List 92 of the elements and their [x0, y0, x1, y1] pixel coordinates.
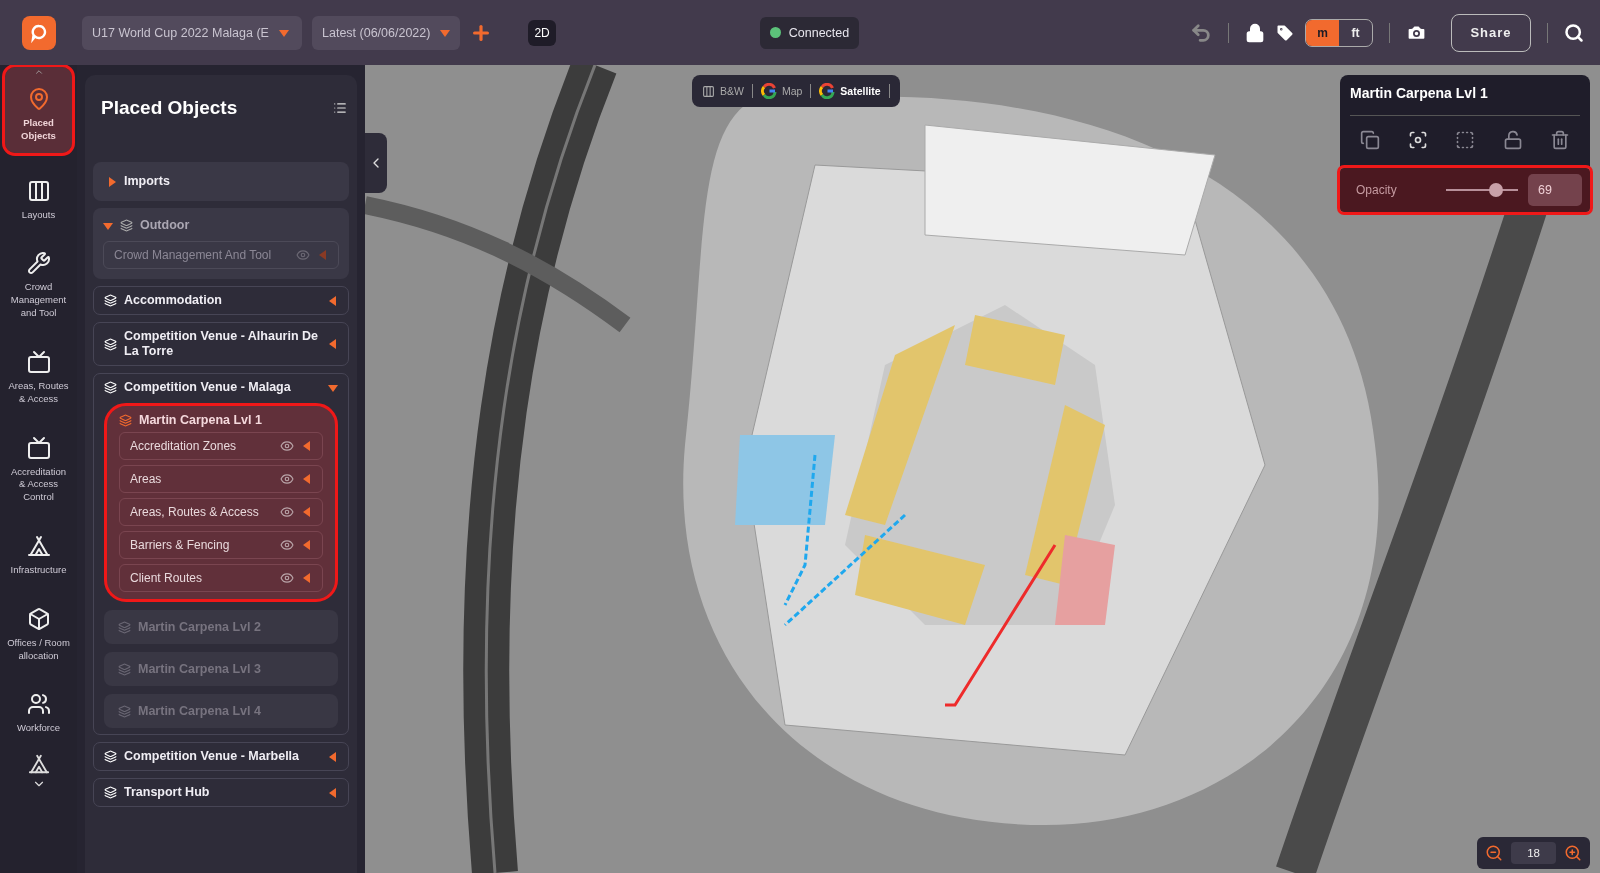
undo-icon[interactable] — [1190, 21, 1212, 44]
tree-group[interactable]: Outdoor Crowd Management And Tool — [93, 208, 349, 279]
eye-icon[interactable] — [280, 538, 294, 552]
google-icon — [819, 83, 836, 99]
unit-toggle[interactable]: m — [1306, 19, 1339, 46]
layers-icon — [104, 381, 117, 394]
event-select[interactable]: U17 World Cup 2022 Malaga (E — [82, 15, 302, 50]
map-type-option[interactable]: Map — [760, 83, 803, 99]
eye-icon[interactable] — [280, 472, 294, 486]
layers-icon — [118, 662, 131, 676]
map-type-option[interactable]: B&W — [702, 84, 744, 98]
tree-group[interactable]: Competition Venue - Marbella — [93, 742, 349, 771]
layer-item[interactable]: Barriers & Fencing — [119, 531, 323, 559]
zoom-out-icon[interactable] — [1485, 844, 1504, 862]
caret-icon[interactable] — [328, 295, 338, 306]
app-logo[interactable] — [22, 15, 56, 50]
collapse-caret-icon[interactable] — [302, 540, 312, 550]
lock-icon[interactable] — [1245, 22, 1265, 43]
share-button[interactable]: Share — [1451, 13, 1531, 52]
layers-icon — [104, 337, 117, 351]
tag-icon[interactable] — [1275, 22, 1295, 43]
opacity-value-field[interactable]: 69 — [1528, 174, 1582, 206]
eye-icon[interactable] — [280, 571, 294, 585]
caret-icon[interactable] — [328, 382, 338, 393]
users-icon — [26, 692, 51, 717]
rail-item[interactable]: Workforce — [5, 680, 72, 748]
layers-icon — [118, 704, 131, 718]
collapse-panel-button[interactable] — [365, 133, 387, 193]
rail-item[interactable]: Infrastructure — [5, 521, 72, 589]
view-mode-button[interactable]: 2D — [528, 19, 556, 46]
collapse-caret-icon[interactable] — [302, 441, 312, 451]
rail-item[interactable]: Accreditation & Access Control — [5, 423, 72, 516]
caret-icon[interactable] — [328, 339, 338, 349]
collapse-caret-icon[interactable] — [302, 474, 312, 484]
tree-group[interactable]: Accommodation — [93, 286, 349, 315]
panel-title: Placed Objects — [101, 97, 238, 119]
rail-item[interactable]: Areas, Routes & Access — [5, 337, 72, 418]
collapse-caret-icon[interactable] — [302, 573, 312, 583]
caret-icon[interactable] — [328, 751, 338, 762]
layers-icon — [120, 219, 133, 232]
rail-item[interactable]: Layouts — [5, 166, 72, 234]
focus-icon[interactable] — [1407, 130, 1428, 150]
caret-icon[interactable] — [440, 27, 451, 38]
scroll-up-icon[interactable] — [33, 67, 44, 77]
unlock-icon[interactable] — [1502, 130, 1523, 150]
rail-item[interactable]: Placed Objects — [5, 67, 72, 153]
columns-icon — [26, 178, 51, 203]
version-select[interactable]: Latest (06/06/2022) — [312, 15, 461, 50]
rail-item[interactable]: Crowd Management and Tool — [5, 239, 72, 332]
layers-icon — [104, 786, 117, 799]
layer-item[interactable]: Accreditation Zones — [119, 432, 323, 460]
tent-icon — [26, 533, 51, 558]
caret-icon[interactable] — [107, 176, 117, 187]
google-icon — [760, 83, 777, 99]
status-dot — [769, 27, 781, 38]
list-icon[interactable] — [333, 101, 347, 115]
layer-item[interactable]: Areas, Routes & Access — [119, 498, 323, 526]
dashed-square-icon[interactable] — [1455, 130, 1475, 150]
trash-icon[interactable] — [1550, 130, 1570, 150]
zoom-level: 18 — [1511, 842, 1556, 864]
inspector-title: Martin Carpena Lvl 1 — [1350, 85, 1489, 101]
caret-icon[interactable] — [328, 787, 338, 798]
copy-icon[interactable] — [1360, 130, 1380, 150]
unit-toggle[interactable]: ft — [1339, 19, 1372, 46]
wrench-icon — [26, 251, 51, 276]
cube-icon — [26, 606, 51, 631]
tree-group[interactable]: Competition Venue - Malaga Martin Carpena Lvl 1 Accreditation Zones Areas Areas, Routes & Access Barriers & Fencing Client Routes Martin Carpena Lvl 2 Martin Carpena Lvl 3 Martin Carpena Lvl 4 — [93, 373, 349, 735]
map-type-option[interactable]: Satellite — [819, 83, 881, 99]
slider-thumb[interactable] — [1488, 183, 1503, 197]
layers-icon — [118, 620, 131, 634]
caret-icon[interactable] — [103, 220, 113, 231]
eye-icon[interactable] — [280, 439, 294, 453]
zoom-in-icon[interactable] — [1564, 844, 1582, 862]
tree-group[interactable]: Transport Hub — [93, 778, 349, 807]
tree-folder[interactable]: Imports — [93, 162, 349, 201]
layer-item[interactable]: Areas — [119, 465, 323, 493]
layers-icon — [104, 750, 117, 763]
rail-item[interactable]: Offices / Room allocation — [5, 594, 72, 675]
tv-icon — [26, 435, 51, 460]
layers-icon — [119, 413, 132, 427]
collapse-caret-icon[interactable] — [302, 507, 312, 517]
layer-item[interactable]: Client Routes — [119, 564, 323, 592]
status-label: Connected — [788, 25, 850, 40]
tent-icon[interactable] — [27, 753, 50, 776]
opacity-label: Opacity — [1356, 183, 1398, 197]
caret-icon[interactable] — [278, 27, 289, 38]
tv-icon — [26, 349, 51, 374]
level-item[interactable]: Martin Carpena Lvl 1 Accreditation Zones Areas Areas, Routes & Access Barriers & Fencing Client Routes — [104, 403, 338, 602]
layers-icon — [104, 294, 117, 307]
search-icon[interactable] — [1564, 22, 1584, 43]
tree-group[interactable]: Competition Venue - Alhaurin De La Torre — [93, 322, 349, 366]
eye-icon[interactable] — [280, 505, 294, 519]
